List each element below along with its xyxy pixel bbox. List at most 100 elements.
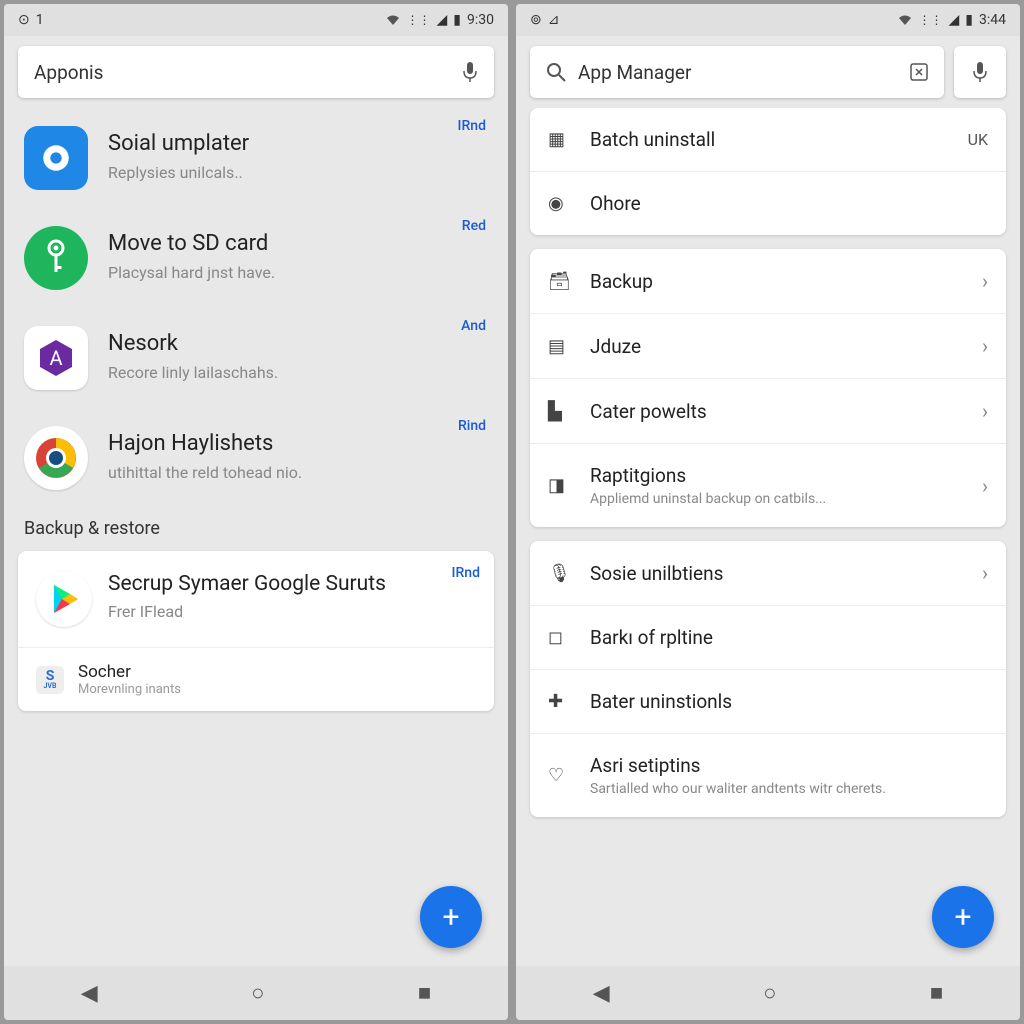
- mic-icon[interactable]: [462, 61, 478, 83]
- search-input[interactable]: [578, 61, 910, 84]
- app-list: Soial umplater Replysies unilcals.. IRnd…: [4, 108, 508, 966]
- backup-title: Secrup Symaer Google Suruts: [108, 571, 476, 598]
- svg-text:A: A: [49, 346, 62, 370]
- item-subtitle: Appliemd uninstal backup on catbils...: [590, 491, 974, 507]
- chevron-right-icon: ›: [982, 474, 988, 498]
- jduze-icon: ▤: [548, 336, 570, 357]
- navigation-bar: ◀ ○ ■: [4, 966, 508, 1020]
- list-item[interactable]: ◨ Raptitgions Appliemd uninstal backup o…: [530, 444, 1006, 527]
- item-title: Raptitgions: [590, 464, 974, 487]
- cater-icon: ▙: [548, 401, 570, 422]
- app-title: Nesork: [108, 330, 488, 359]
- list-item[interactable]: ♡ Asri setiptins Sartialled who our wali…: [530, 734, 1006, 817]
- app-title: Move to SD card: [108, 230, 488, 259]
- socher-sub: Morevnling inants: [78, 682, 476, 697]
- backup-icon: 🗃: [548, 271, 570, 292]
- app-icon-gear: [24, 126, 88, 190]
- item-title: Cater powelts: [590, 400, 974, 423]
- battery-icon: ▮: [453, 12, 461, 28]
- chevron-right-icon: ›: [982, 334, 988, 358]
- notification-icon: ⊚: [530, 12, 542, 28]
- app-tag: Red: [462, 218, 486, 234]
- card-group: 🗃 Backup › ▤ Jduze › ▙ Cater powelts › ◨…: [530, 249, 1006, 527]
- fab-add-button[interactable]: +: [932, 886, 994, 948]
- wifi-icon: [897, 13, 913, 27]
- notification-icon: ⊙: [18, 12, 30, 28]
- nav-back-button[interactable]: ◀: [593, 981, 610, 1006]
- backup-tag: IRnd: [452, 565, 480, 581]
- list-item[interactable]: S JVB Socher Morevnling inants: [18, 648, 494, 711]
- statusbar: ⊙ 1 ⋮⋮ ◢ ▮ 9:30: [4, 4, 508, 36]
- socher-title: Socher: [78, 662, 476, 682]
- card-group: ▦ Batch uninstall UK ◉ Ohore: [530, 108, 1006, 235]
- clock: 3:44: [979, 12, 1006, 28]
- item-title: Ohore: [590, 192, 988, 215]
- nav-recent-button[interactable]: ■: [930, 980, 943, 1006]
- nav-back-button[interactable]: ◀: [81, 981, 98, 1006]
- item-title: Barkı of rpltine: [590, 626, 988, 649]
- list-item[interactable]: ✚ Bater uninstionls: [530, 670, 1006, 734]
- app-icon-chrome: [24, 426, 88, 490]
- item-title: Backup: [590, 270, 974, 293]
- backup-subtitle: Frer IFlead: [108, 602, 476, 621]
- socher-icon: S JVB: [36, 666, 64, 694]
- nav-home-button[interactable]: ○: [763, 980, 776, 1006]
- barki-icon: ◻: [548, 627, 570, 648]
- item-tag: UK: [968, 130, 988, 149]
- notification-count: ⊿: [548, 12, 560, 28]
- app-title: Soial umplater: [108, 130, 488, 159]
- raptitgions-icon: ◨: [548, 475, 570, 496]
- list-item[interactable]: ▙ Cater powelts ›: [530, 379, 1006, 444]
- phone-left: ⊙ 1 ⋮⋮ ◢ ▮ 9:30 Soial umplater Replysies…: [4, 4, 508, 1020]
- app-title: Hajon Haylishets: [108, 430, 488, 459]
- item-title: Bater uninstionls: [590, 690, 988, 713]
- chevron-right-icon: ›: [982, 561, 988, 585]
- list-item[interactable]: Secrup Symaer Google Suruts Frer IFlead …: [18, 551, 494, 648]
- mic-button[interactable]: [954, 46, 1006, 98]
- list-item[interactable]: ◻ Barkı of rpltine: [530, 606, 1006, 670]
- nav-home-button[interactable]: ○: [251, 980, 264, 1006]
- list-item[interactable]: Soial umplater Replysies unilcals.. IRnd: [18, 108, 494, 208]
- card-group: 🎙 Sosie unilbtiens › ◻ Barkı of rpltine …: [530, 541, 1006, 817]
- fab-add-button[interactable]: +: [420, 886, 482, 948]
- clear-icon[interactable]: [910, 63, 928, 81]
- section-header: Backup & restore: [18, 508, 494, 551]
- app-tag: And: [461, 318, 486, 334]
- signal-icon: ◢: [437, 12, 448, 28]
- list-item[interactable]: A Nesork Recore linly lailaschahs. And: [18, 308, 494, 408]
- nav-recent-button[interactable]: ■: [418, 980, 431, 1006]
- signal-icon: ◢: [949, 12, 960, 28]
- statusbar: ⊚ ⊿ ⋮⋮ ◢ ▮ 3:44: [516, 4, 1020, 36]
- sosie-icon: 🎙: [548, 563, 570, 584]
- app-subtitle: Replysies unilcals..: [108, 163, 488, 182]
- app-tag: Rind: [458, 418, 486, 434]
- list-item[interactable]: Move to SD card Placysal hard jnst have.…: [18, 208, 494, 308]
- app-icon-key: [24, 226, 88, 290]
- chevron-right-icon: ›: [982, 399, 988, 423]
- search-bar[interactable]: [18, 46, 494, 98]
- settings-list: ▦ Batch uninstall UK ◉ Ohore 🗃 Backup › …: [516, 108, 1020, 966]
- search-input[interactable]: [34, 61, 462, 84]
- app-subtitle: Recore linly lailaschahs.: [108, 363, 488, 382]
- search-bar[interactable]: [530, 46, 944, 98]
- data-icon: ⋮⋮: [919, 13, 943, 27]
- search-icon: [546, 62, 566, 82]
- batch-uninstall-icon: ▦: [548, 129, 570, 150]
- list-item[interactable]: ▦ Batch uninstall UK: [530, 108, 1006, 172]
- list-item[interactable]: 🎙 Sosie unilbtiens ›: [530, 541, 1006, 606]
- list-item[interactable]: ▤ Jduze ›: [530, 314, 1006, 379]
- wifi-icon: [385, 13, 401, 27]
- backup-card: Secrup Symaer Google Suruts Frer IFlead …: [18, 551, 494, 711]
- app-subtitle: utihittal the reld tohead nio.: [108, 463, 488, 482]
- navigation-bar: ◀ ○ ■: [516, 966, 1020, 1020]
- app-subtitle: Placysal hard jnst have.: [108, 263, 488, 282]
- notification-count: 1: [36, 12, 44, 28]
- chevron-right-icon: ›: [982, 269, 988, 293]
- phone-right: ⊚ ⊿ ⋮⋮ ◢ ▮ 3:44 ▦: [516, 4, 1020, 1020]
- list-item[interactable]: 🗃 Backup ›: [530, 249, 1006, 314]
- list-item[interactable]: ◉ Ohore: [530, 172, 1006, 235]
- list-item[interactable]: Hajon Haylishets utihittal the reld tohe…: [18, 408, 494, 508]
- item-title: Asri setiptins: [590, 754, 988, 777]
- app-icon-hex: A: [24, 326, 88, 390]
- app-tag: IRnd: [458, 118, 486, 134]
